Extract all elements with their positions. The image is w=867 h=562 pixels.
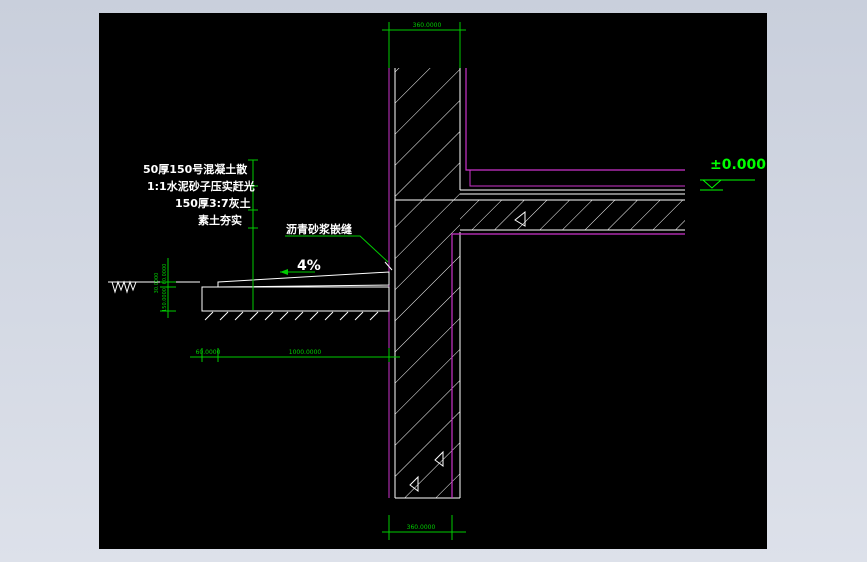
dim-bottom: 360.0000 xyxy=(407,524,436,531)
label-line1: 50厚150号混凝土散 xyxy=(143,162,248,176)
dim-v2: 30.0000 xyxy=(154,273,160,294)
dim-left-offset: 60.0000 xyxy=(196,349,221,356)
dim-v3: 150.0000 xyxy=(162,288,168,312)
label-line2: 1:1水泥砂子压实赶光 xyxy=(147,179,255,193)
label-line4: 素土夯实 xyxy=(198,213,242,227)
label-line3: 150厚3:7灰土 xyxy=(175,196,251,210)
dim-top: 360.0000 xyxy=(413,22,442,29)
dim-v1: 60.0000 xyxy=(162,264,168,285)
slope-text: 4% xyxy=(297,258,321,274)
elevation-text: ±0.000 xyxy=(710,157,766,173)
cad-canvas: 360.0000 360.0000 60.0000 1000.0000 60.0… xyxy=(99,13,767,549)
wall xyxy=(394,68,461,499)
label-joint: 沥青砂浆嵌缝 xyxy=(286,222,352,236)
dim-apron: 1000.0000 xyxy=(289,349,322,356)
